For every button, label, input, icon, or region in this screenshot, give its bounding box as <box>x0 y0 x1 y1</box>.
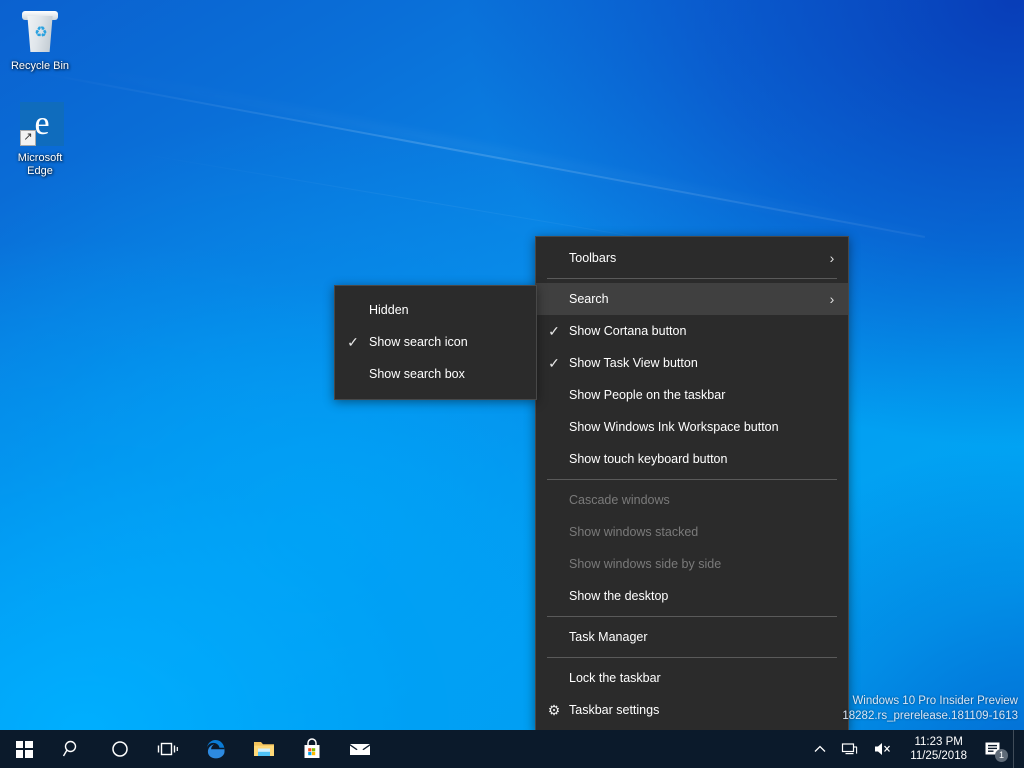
menu-item-toolbars[interactable]: Toolbars › <box>536 242 848 274</box>
menu-item-label: Show Cortana button <box>569 324 687 338</box>
menu-item-label: Toolbars <box>569 251 617 265</box>
menu-item-label: Show windows side by side <box>569 557 722 571</box>
shortcut-arrow-icon: ↗ <box>20 130 36 146</box>
watermark-line-1: Windows 10 Pro Insider Preview <box>852 695 1018 707</box>
menu-item-label: Lock the taskbar <box>569 671 661 685</box>
submenu-item-label: Hidden <box>369 303 409 317</box>
recycle-bin-icon: ♻ <box>16 8 64 56</box>
menu-item-show-the-desktop[interactable]: Show the desktop <box>536 580 848 612</box>
submenu-item-label: Show search box <box>369 367 465 381</box>
menu-separator <box>547 278 837 279</box>
task-view-icon <box>157 742 178 756</box>
edge-icon: e ↗ <box>16 100 64 148</box>
action-center-badge: 1 <box>995 749 1008 762</box>
chevron-up-icon <box>814 745 826 752</box>
search-icon <box>62 740 77 757</box>
checkmark-icon: ✓ <box>548 355 560 371</box>
tray-overflow-button[interactable] <box>806 730 834 768</box>
menu-item-label: Task Manager <box>569 630 648 644</box>
volume-muted-icon <box>875 743 891 755</box>
checkmark-icon: ✓ <box>347 334 359 350</box>
folder-icon <box>254 742 274 756</box>
network-icon <box>842 743 858 755</box>
file-explorer-button[interactable] <box>240 730 288 768</box>
chevron-right-icon: › <box>829 291 835 307</box>
menu-separator <box>547 657 837 658</box>
search-submenu: Hidden ✓ Show search icon Show search bo… <box>334 285 537 400</box>
menu-item-show-people-on-the-taskbar[interactable]: Show People on the taskbar <box>536 379 848 411</box>
menu-item-label: Show touch keyboard button <box>569 452 728 466</box>
taskbar: 11:23 PM 11/25/2018 1 <box>0 730 1024 768</box>
tray-network-button[interactable] <box>834 730 866 768</box>
desktop-screen: ♻ Recycle Bin e ↗ Microsoft Edge Toolbar… <box>0 0 1024 768</box>
clock-date: 11/25/2018 <box>910 750 967 762</box>
watermark-line-2: 18282.rs_prerelease.181109-1613 <box>842 710 1018 722</box>
submenu-item-show-search-icon[interactable]: ✓ Show search icon <box>335 326 536 358</box>
edge-icon <box>207 740 225 759</box>
menu-item-task-manager[interactable]: Task Manager <box>536 621 848 653</box>
gear-icon: ⚙ <box>547 702 561 718</box>
menu-item-show-windows-side-by-side: Show windows side by side <box>536 548 848 580</box>
taskbar-empty-area[interactable] <box>384 730 806 768</box>
menu-item-cascade-windows: Cascade windows <box>536 484 848 516</box>
submenu-item-label: Show search icon <box>369 335 468 349</box>
menu-item-taskbar-settings[interactable]: ⚙ Taskbar settings <box>536 694 848 726</box>
submenu-item-show-search-box[interactable]: Show search box <box>335 358 536 390</box>
task-view-button[interactable] <box>144 730 192 768</box>
chevron-right-icon: › <box>829 250 835 266</box>
menu-item-label: Show Windows Ink Workspace button <box>569 420 779 434</box>
submenu-item-hidden[interactable]: Hidden <box>335 294 536 326</box>
desktop-icon-recycle-bin[interactable]: ♻ Recycle Bin <box>2 8 78 73</box>
menu-item-label: Taskbar settings <box>569 703 660 717</box>
tray-volume-button[interactable] <box>866 730 900 768</box>
clock[interactable]: 11:23 PM 11/25/2018 <box>900 730 977 768</box>
mail-envelope-icon <box>350 744 370 755</box>
menu-item-label: Show Task View button <box>569 356 698 370</box>
desktop-icon-microsoft-edge[interactable]: e ↗ Microsoft Edge <box>2 100 78 178</box>
edge-button[interactable] <box>192 730 240 768</box>
menu-item-label: Show People on the taskbar <box>569 388 726 402</box>
system-tray: 11:23 PM 11/25/2018 1 <box>806 730 1024 768</box>
mail-button[interactable] <box>336 730 384 768</box>
menu-item-show-touch-keyboard-button[interactable]: Show touch keyboard button <box>536 443 848 475</box>
menu-item-label: Show windows stacked <box>569 525 699 539</box>
menu-item-label: Cascade windows <box>569 493 670 507</box>
menu-item-label: Search <box>569 292 609 306</box>
checkmark-icon: ✓ <box>548 323 560 339</box>
action-center-button[interactable]: 1 <box>977 730 1013 768</box>
clock-time: 11:23 PM <box>914 736 963 748</box>
store-bag-icon <box>304 738 320 758</box>
desktop-icon-label-line2: Edge <box>27 165 53 177</box>
start-button[interactable] <box>0 730 48 768</box>
taskbar-context-menu: Toolbars › Search › ✓ Show Cortana butto… <box>535 236 849 732</box>
menu-item-lock-the-taskbar[interactable]: Lock the taskbar <box>536 662 848 694</box>
desktop-icon-label-line1: Microsoft <box>17 152 63 164</box>
search-button[interactable] <box>48 730 96 768</box>
menu-item-show-windows-ink-workspace-button[interactable]: Show Windows Ink Workspace button <box>536 411 848 443</box>
windows-build-watermark: Windows 10 Pro Insider Preview 18282.rs_… <box>842 694 1018 724</box>
cortana-circle-icon <box>112 741 128 757</box>
menu-separator <box>547 616 837 617</box>
menu-item-show-cortana-button[interactable]: ✓ Show Cortana button <box>536 315 848 347</box>
menu-item-label: Show the desktop <box>569 589 669 603</box>
menu-item-show-windows-stacked: Show windows stacked <box>536 516 848 548</box>
cortana-button[interactable] <box>96 730 144 768</box>
show-desktop-button[interactable] <box>1013 730 1020 768</box>
windows-logo-icon <box>15 740 33 758</box>
menu-item-show-task-view-button[interactable]: ✓ Show Task View button <box>536 347 848 379</box>
menu-separator <box>547 479 837 480</box>
microsoft-store-button[interactable] <box>288 730 336 768</box>
taskbar-pinned-apps <box>0 730 384 768</box>
menu-item-search[interactable]: Search › <box>536 283 848 315</box>
desktop-icon-label: Recycle Bin <box>10 60 70 72</box>
